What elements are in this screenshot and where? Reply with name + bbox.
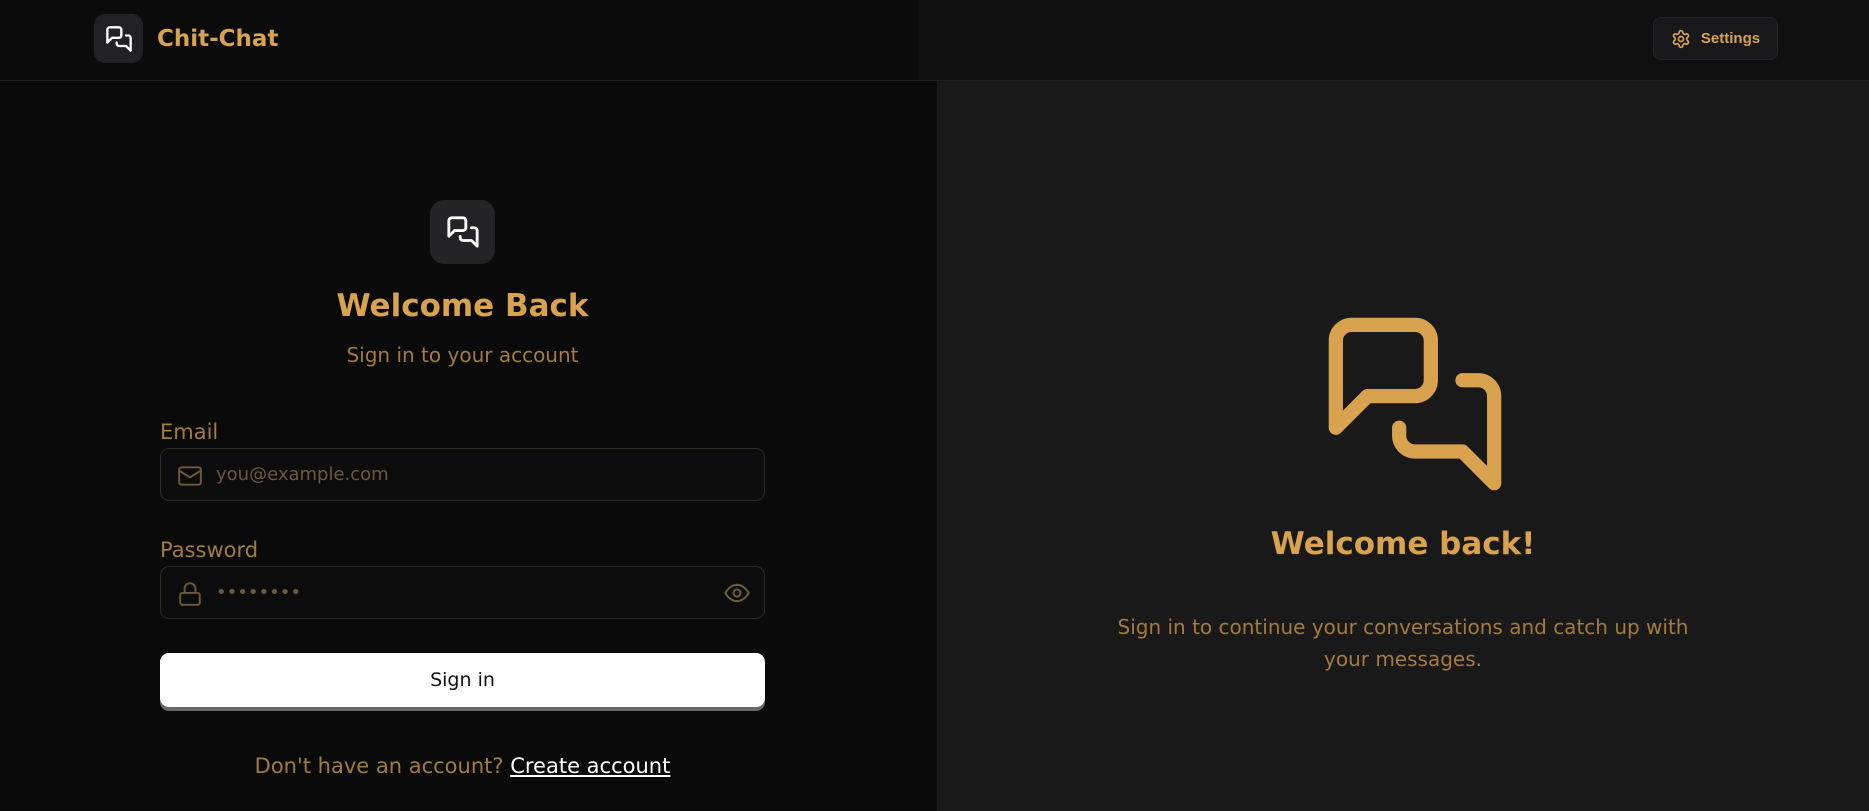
password-label: Password (160, 538, 259, 562)
app-name: Chit-Chat (157, 25, 279, 52)
gear-icon (1672, 29, 1690, 48)
signup-prompt: Don't have an account? Create account (0, 754, 925, 778)
brand-logo (94, 14, 143, 63)
email-field[interactable] (160, 448, 765, 501)
top-bar: Chit-Chat Settings (0, 0, 1869, 81)
create-account-link[interactable]: Create account (510, 754, 670, 778)
password-field[interactable] (160, 566, 765, 619)
signin-panel: Welcome Back Sign in to your account Ema… (0, 81, 937, 811)
page-subtitle: Sign in to your account (346, 343, 579, 367)
hero-title: Welcome back! (1270, 526, 1536, 562)
hero-text: Sign in to continue your conversations a… (1117, 615, 1689, 671)
chat-bubbles-icon (105, 25, 132, 52)
settings-button[interactable]: Settings (1653, 17, 1778, 60)
form-logo (430, 200, 495, 264)
sign-in-button[interactable]: Sign in (160, 653, 765, 707)
signup-prompt-text: Don't have an account? (254, 754, 504, 778)
email-input[interactable] (216, 449, 696, 500)
lock-icon (179, 582, 201, 606)
chat-bubbles-icon (1328, 317, 1502, 491)
mail-icon (178, 466, 202, 486)
settings-label: Settings (1700, 30, 1761, 47)
eye-icon[interactable] (723, 579, 751, 607)
page-title: Welcome Back (336, 288, 589, 324)
welcome-panel: Welcome back! Sign in to continue your c… (937, 81, 1869, 811)
email-label: Email (160, 420, 219, 444)
brand[interactable]: Chit-Chat (94, 14, 278, 63)
password-input[interactable] (216, 567, 696, 618)
chat-bubbles-icon (446, 216, 479, 248)
